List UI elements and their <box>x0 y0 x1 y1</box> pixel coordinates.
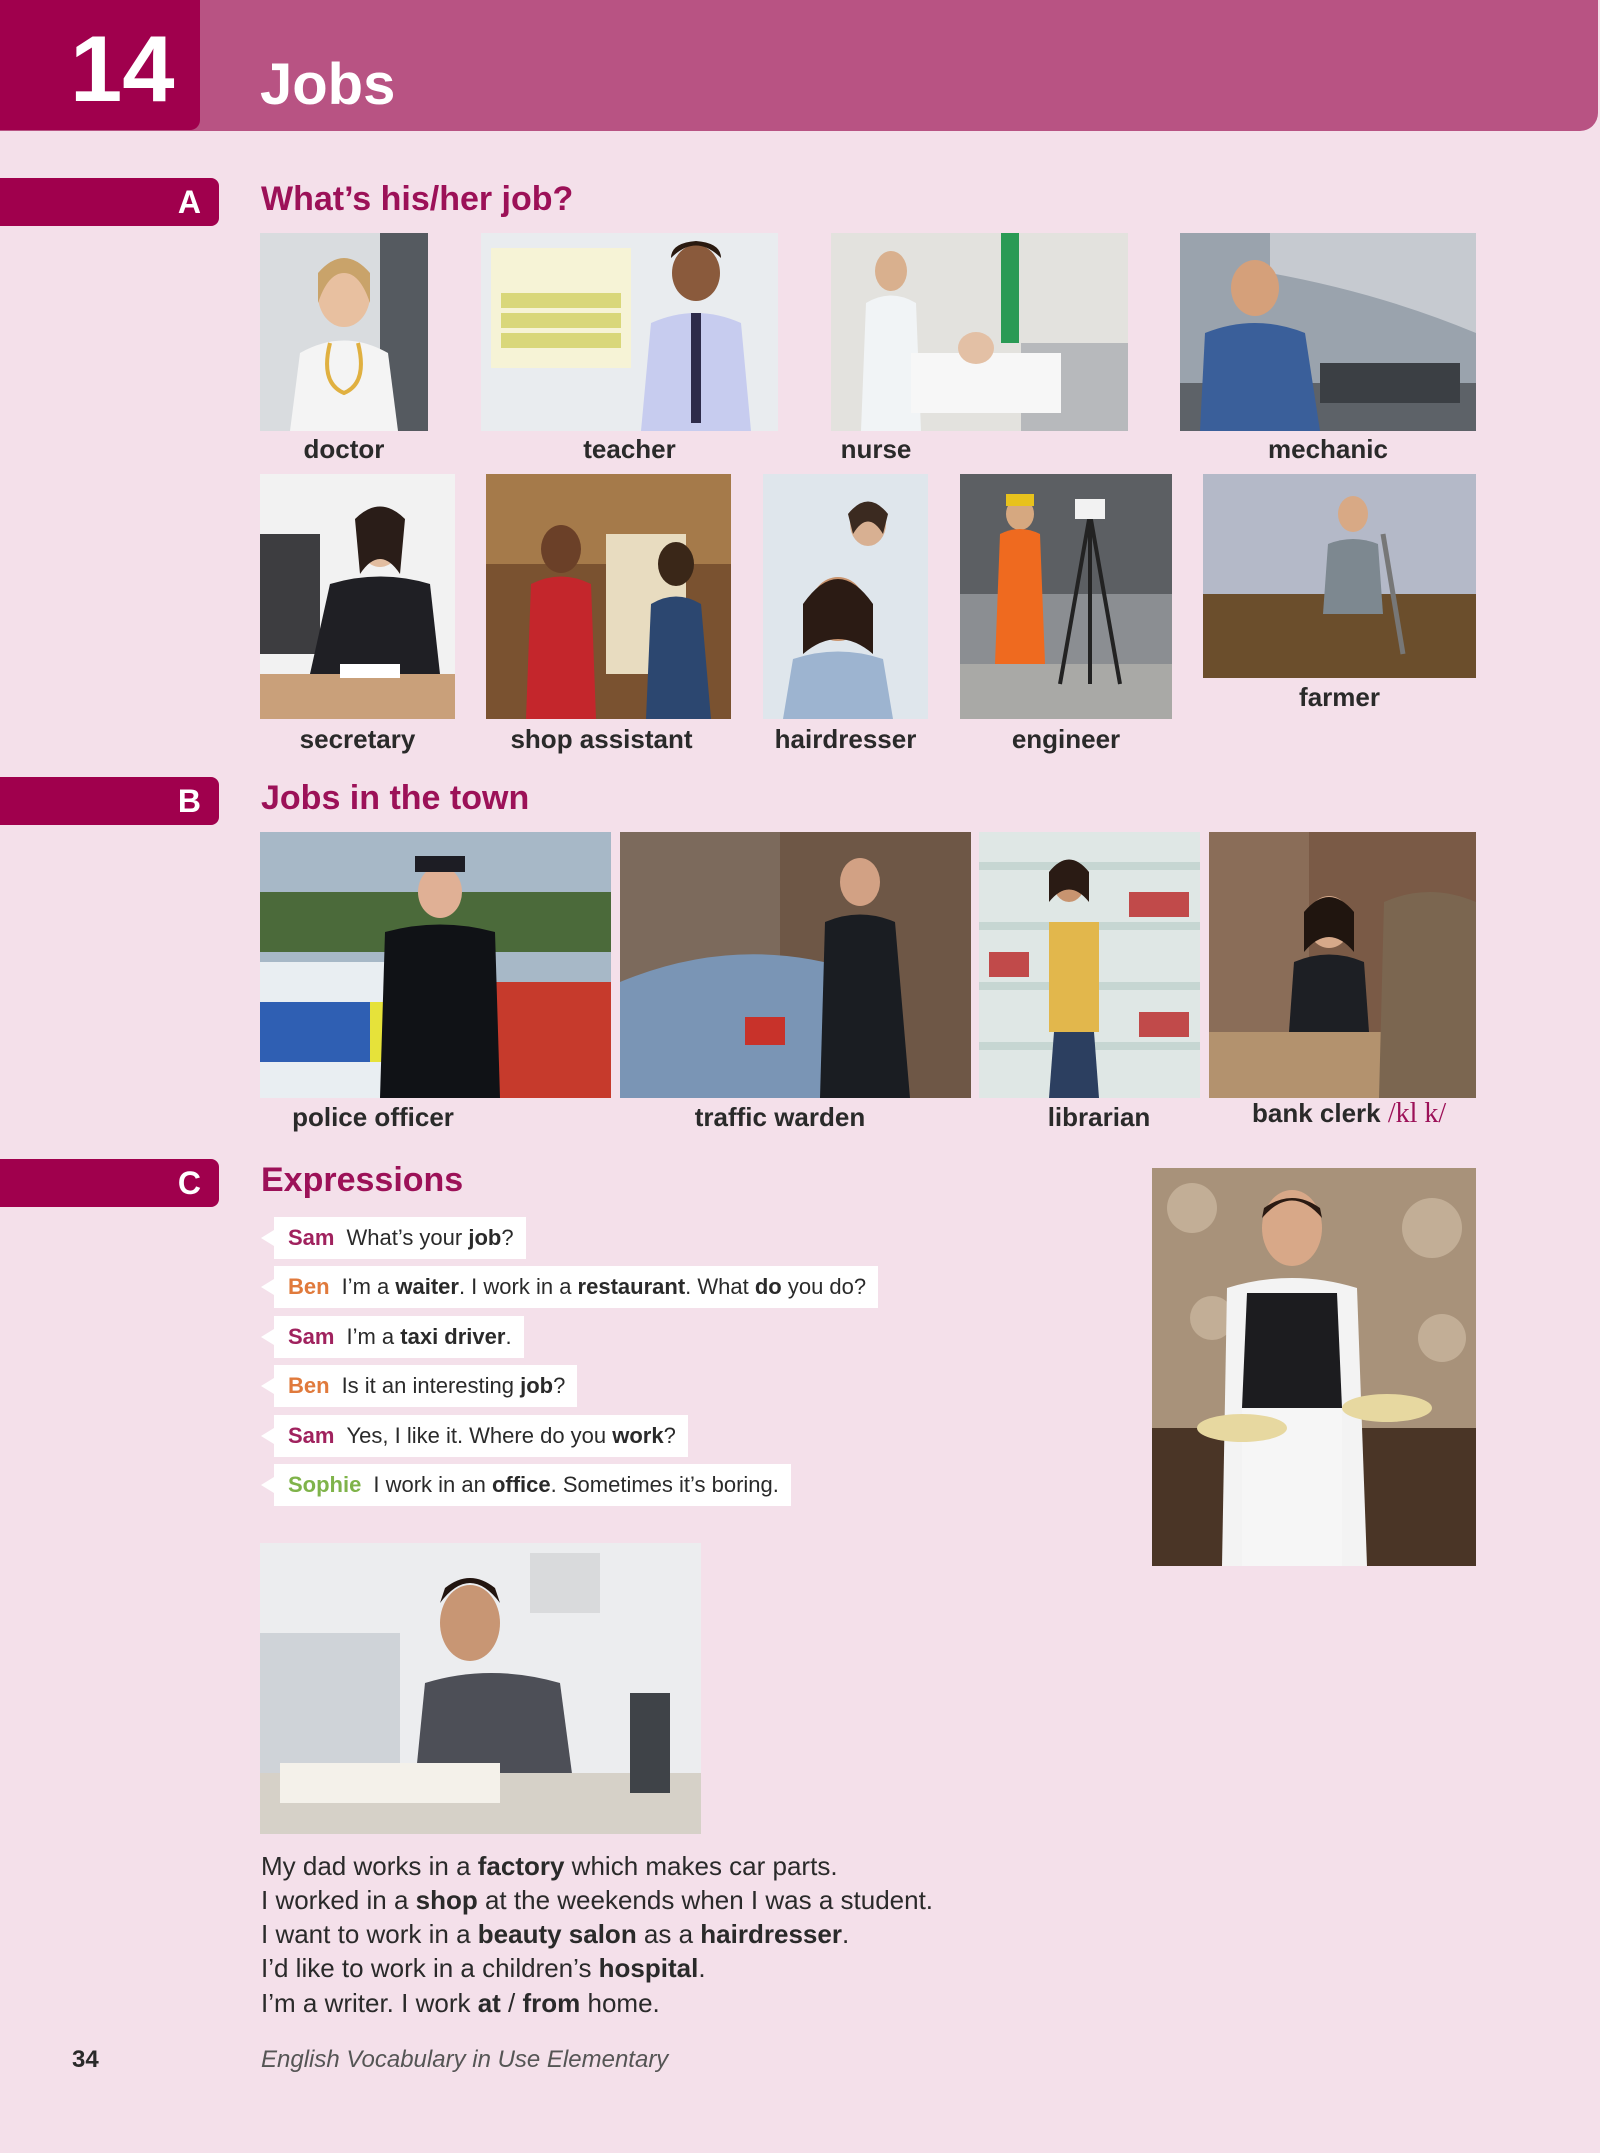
speaker-ben: Ben <box>288 1274 330 1299</box>
unit-number-box: 14 <box>0 0 200 130</box>
hairdresser-photo <box>763 474 928 719</box>
example-sentence: I’d like to work in a children’s hospita… <box>261 1953 706 1983</box>
example-sentence: I worked in a shop at the weekends when … <box>261 1885 934 1915</box>
job-label-traffic-warden: traffic warden <box>694 1102 866 1132</box>
shop-assistant-photo <box>486 474 731 719</box>
speaker-sam: Sam <box>288 1324 335 1349</box>
traffic-warden-photo <box>620 832 971 1098</box>
bank-clerk-photo <box>1209 832 1476 1098</box>
unit-title: Jobs <box>260 52 396 117</box>
teacher-photo <box>481 233 778 431</box>
job-label-engineer: engineer <box>1011 724 1121 754</box>
job-label-librarian: librarian <box>1047 1102 1151 1132</box>
job-label-secretary: secretary <box>299 724 416 754</box>
example-sentence: I’m a writer. I work at / from home. <box>261 1988 660 2018</box>
job-label-hairdresser: hairdresser <box>774 724 917 754</box>
bored-office-worker-photo <box>260 1543 701 1834</box>
nurse-photo <box>831 233 1128 431</box>
bank-clerk-word: bank clerk <box>1252 1098 1381 1128</box>
job-label-nurse: nurse <box>840 434 912 464</box>
section-c-title: Expressions <box>261 1161 464 1199</box>
job-label-teacher: teacher <box>583 434 676 464</box>
example-sentence: I want to work in a beauty salon as a ha… <box>261 1919 850 1949</box>
section-a-tab: A <box>0 178 219 226</box>
librarian-photo <box>979 832 1200 1098</box>
police-officer-photo <box>260 832 611 1098</box>
job-label-doctor: doctor <box>303 434 385 464</box>
speaker-sam: Sam <box>288 1423 335 1448</box>
section-c-tab: C <box>0 1159 219 1207</box>
section-b-letter: B <box>177 783 201 819</box>
example-sentence: My dad works in a factory which makes ca… <box>261 1851 838 1881</box>
job-label-police-officer: police officer <box>292 1102 454 1132</box>
engineer-photo <box>960 474 1172 719</box>
secretary-photo <box>260 474 455 719</box>
speaker-sam: Sam <box>288 1225 335 1250</box>
unit-header <box>0 0 1598 131</box>
mechanic-photo <box>1180 233 1476 431</box>
job-label-shop-assistant: shop assistant <box>510 724 693 754</box>
dialogue-line: Ben I’m a waiter. I work in a restaurant.… <box>260 1266 879 1308</box>
bank-clerk-phonetic: /kl k/ <box>1387 1098 1447 1129</box>
book-title: English Vocabulary in Use Elementary <box>261 2046 669 2073</box>
doctor-photo <box>260 233 428 431</box>
section-a-title: What’s his/her job? <box>261 180 574 218</box>
section-a-letter: A <box>177 184 201 220</box>
dialogue-line: Sam What’s your job? <box>261 1217 526 1259</box>
speaker-sophie: Sophie <box>288 1472 362 1497</box>
dialogue-line: Sam I’m a taxi driver. <box>261 1316 524 1358</box>
job-label-bank-clerk: bank clerk /kl k/ <box>1252 1098 1446 1130</box>
speaker-ben: Ben <box>288 1373 330 1398</box>
job-label-farmer: farmer <box>1299 682 1380 712</box>
job-label-mechanic: mechanic <box>1268 434 1388 464</box>
section-b-title: Jobs in the town <box>261 779 530 817</box>
dialogue-line: Ben Is it an interesting job? <box>260 1365 578 1407</box>
unit-number: 14 <box>70 16 175 121</box>
waiter-photo <box>1152 1168 1476 1566</box>
section-c-letter: C <box>177 1165 201 1201</box>
dialogue-line: Sam Yes, I like it. Where do you work? <box>261 1415 688 1457</box>
farmer-photo <box>1203 474 1476 678</box>
dialogue-line: Sophie I work in an office. Sometimes it’… <box>261 1464 791 1506</box>
section-b-tab: B <box>0 777 219 825</box>
page-number: 34 <box>72 2046 99 2073</box>
